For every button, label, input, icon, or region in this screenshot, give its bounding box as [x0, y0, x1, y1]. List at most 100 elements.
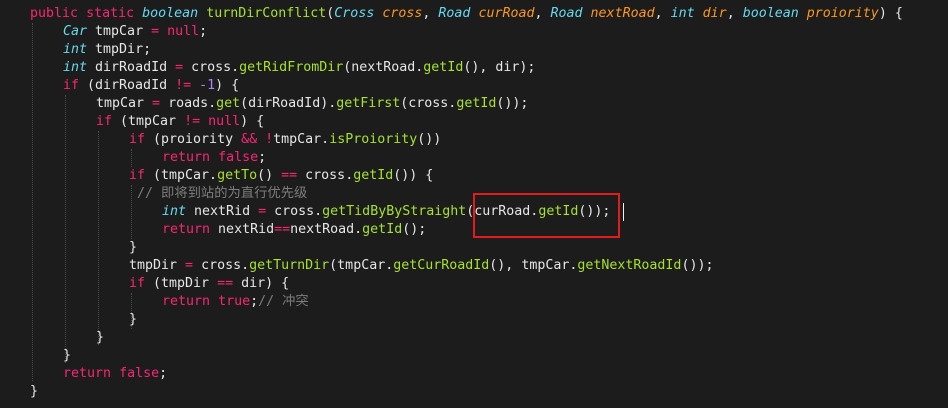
code-token: (tmpDir: [145, 276, 218, 291]
code-token: turnDirConflict: [206, 6, 327, 21]
code-token: isProiority: [329, 132, 418, 147]
code-token: ,: [422, 6, 439, 21]
code-token: -1: [199, 78, 216, 93]
code-token: getCurRoadId: [393, 258, 490, 273]
code-editor[interactable]: public static boolean turnDirConflict(Cr…: [0, 0, 948, 408]
code-token: if: [129, 132, 146, 147]
code-token: ());: [496, 96, 529, 111]
code-token: boolean: [742, 6, 799, 21]
code-token: return: [162, 222, 211, 237]
code-token: Cross: [334, 6, 375, 21]
code-line[interactable]: return false;: [63, 365, 167, 383]
code-token: ) {: [878, 6, 903, 21]
code-line[interactable]: int tmpDir;: [63, 41, 151, 59]
code-line[interactable]: Car tmpCar = null;: [63, 23, 207, 41]
code-token: int: [63, 60, 88, 75]
code-token: ();: [402, 222, 427, 237]
code-token: }: [129, 240, 138, 255]
code-token: =: [258, 204, 267, 219]
code-token: }: [63, 348, 72, 363]
text-cursor: [623, 203, 624, 221]
code-token: ;: [159, 366, 168, 381]
code-token: false: [218, 150, 259, 165]
code-token: =: [185, 258, 194, 273]
code-line[interactable]: tmpCar = roads.get(dirRoadId).getFirst(c…: [96, 95, 528, 113]
code-token: getTidByByStraight: [322, 204, 467, 219]
annotation-highlight-box: [473, 193, 620, 238]
code-token: getNextRoadId: [577, 258, 682, 273]
code-line[interactable]: if (proiority && !tmpCar.isProiority()): [129, 131, 441, 149]
code-token: Car: [63, 24, 88, 39]
code-line[interactable]: public static boolean turnDirConflict(Cr…: [30, 5, 903, 23]
code-token: curRoad: [478, 6, 535, 21]
code-token: static: [86, 6, 135, 21]
code-token: =: [151, 24, 160, 39]
code-token: null: [208, 114, 241, 129]
code-line[interactable]: if (dirRoadId != -1) {: [63, 77, 239, 95]
code-token: ==: [217, 276, 234, 291]
code-token: int: [162, 204, 187, 219]
code-line[interactable]: }: [63, 347, 71, 365]
code-token: if: [63, 78, 80, 93]
code-token: getTo: [217, 168, 258, 183]
code-token: if: [96, 114, 113, 129]
code-token: tmpDir;: [87, 42, 152, 57]
code-token: ;: [250, 294, 259, 309]
code-token: nextRid: [210, 222, 275, 237]
code-token: return: [162, 150, 211, 165]
indent-guide: [131, 185, 132, 239]
code-line[interactable]: if (tmpCar.getTo() == cross.getId()) {: [129, 167, 433, 185]
code-token: (cross.: [400, 96, 457, 111]
code-line[interactable]: // 即将到站的为直行优先级: [137, 185, 307, 203]
code-token: tmpCar: [96, 96, 153, 111]
code-token: cross: [382, 6, 423, 21]
code-line[interactable]: int dirRoadId = cross.getRidFromDir(next…: [63, 59, 535, 77]
code-token: nextRid: [186, 204, 259, 219]
code-token: tmpCar: [87, 24, 152, 39]
code-line[interactable]: return nextRid==nextRoad.getId();: [162, 221, 426, 239]
code-token: (): [257, 168, 282, 183]
code-token: Road: [438, 6, 471, 21]
code-token: ) {: [240, 114, 265, 129]
code-line[interactable]: }: [129, 239, 137, 257]
code-token: ,: [726, 6, 743, 21]
code-token: roads.: [160, 96, 217, 111]
code-token: ==: [281, 168, 298, 183]
code-token: ;: [199, 24, 208, 39]
code-token: getId: [353, 168, 394, 183]
code-token: (), tmpCar.: [489, 258, 578, 273]
code-line[interactable]: }: [129, 311, 137, 329]
code-token: (dirRoadId: [79, 78, 176, 93]
code-token: int: [63, 42, 88, 57]
code-line[interactable]: tmpDir = cross.getTurnDir(tmpCar.getCurR…: [129, 257, 713, 275]
code-token: getRidFromDir: [239, 60, 344, 75]
code-token: Road: [550, 6, 583, 21]
code-token: (dirRoadId).: [240, 96, 337, 111]
code-line[interactable]: }: [96, 329, 104, 347]
code-line[interactable]: return true;// 冲突: [162, 293, 309, 311]
code-token: false: [119, 366, 160, 381]
code-token: (tmpCar.: [145, 168, 218, 183]
indent-guide: [98, 131, 99, 345]
code-line[interactable]: if (tmpCar != null) {: [96, 113, 264, 131]
code-token: getId: [423, 60, 464, 75]
code-line[interactable]: return false;: [162, 149, 266, 167]
code-token: ,: [654, 6, 671, 21]
code-line[interactable]: }: [30, 383, 38, 401]
code-token: ());: [681, 258, 714, 273]
code-token: tmpCar.: [273, 132, 330, 147]
code-token: dirRoadId: [87, 60, 176, 75]
code-token: ()) {: [393, 168, 434, 183]
code-token: ) {: [215, 78, 240, 93]
code-line[interactable]: if (tmpDir == dir) {: [129, 275, 289, 293]
